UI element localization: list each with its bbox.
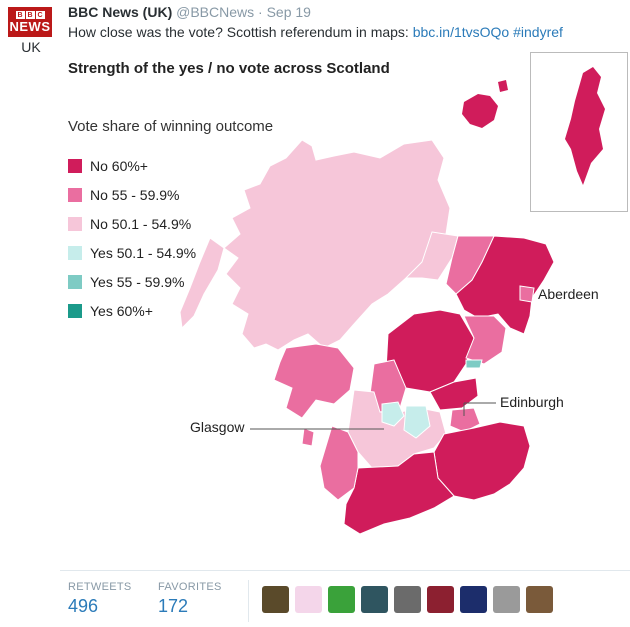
tweet-body: How close was the vote? Scottish referen… — [68, 24, 409, 40]
bbc-news-avatar[interactable]: B B C NEWS UK — [8, 7, 54, 55]
favoriter-avatar-2[interactable] — [295, 586, 322, 613]
favoriter-avatar-7[interactable] — [460, 586, 487, 613]
tweet-text: How close was the vote? Scottish referen… — [68, 24, 563, 40]
favorites-label: FAVORITES — [158, 581, 222, 593]
author-handle[interactable]: @BBCNews — [176, 4, 254, 20]
date-separator: · — [258, 4, 263, 20]
favoriter-avatar-9[interactable] — [526, 586, 553, 613]
retweets-count[interactable]: 496 — [68, 596, 132, 617]
favoriter-avatars — [262, 586, 553, 613]
favoriter-avatar-5[interactable] — [394, 586, 421, 613]
favoriter-avatar-6[interactable] — [427, 586, 454, 613]
logo-letter-b1: B — [15, 11, 25, 19]
retweets-stat[interactable]: RETWEETS 496 — [68, 581, 132, 617]
retweets-label: RETWEETS — [68, 581, 132, 593]
favoriter-avatar-3[interactable] — [328, 586, 355, 613]
stats-separator — [248, 580, 249, 622]
favorites-stat[interactable]: FAVORITES 172 — [158, 581, 222, 617]
favorites-count[interactable]: 172 — [158, 596, 222, 617]
favoriter-avatar-4[interactable] — [361, 586, 388, 613]
author-name[interactable]: BBC News (UK) — [68, 4, 172, 20]
logo-region: UK — [21, 39, 41, 55]
tweet-date[interactable]: Sep 19 — [267, 4, 311, 20]
bbc-blocks: B B C — [15, 11, 45, 19]
logo-letter-b2: B — [25, 11, 35, 19]
favoriter-avatar-1[interactable] — [262, 586, 289, 613]
map-image[interactable]: Strength of the yes / no vote across Sco… — [54, 48, 630, 580]
tweet-header: BBC News (UK) @BBCNews · Sep 19 — [68, 4, 311, 20]
bbc-news-logo: B B C NEWS — [8, 7, 52, 37]
tweet-hashtag[interactable]: #indyref — [513, 24, 563, 40]
footer-divider — [60, 570, 630, 571]
logo-letter-c: C — [35, 11, 45, 19]
logo-news-text: NEWS — [9, 19, 51, 34]
favoriter-avatar-8[interactable] — [493, 586, 520, 613]
tweet-link[interactable]: bbc.in/1tvsOQo — [413, 24, 510, 40]
city-pointers — [250, 402, 496, 430]
